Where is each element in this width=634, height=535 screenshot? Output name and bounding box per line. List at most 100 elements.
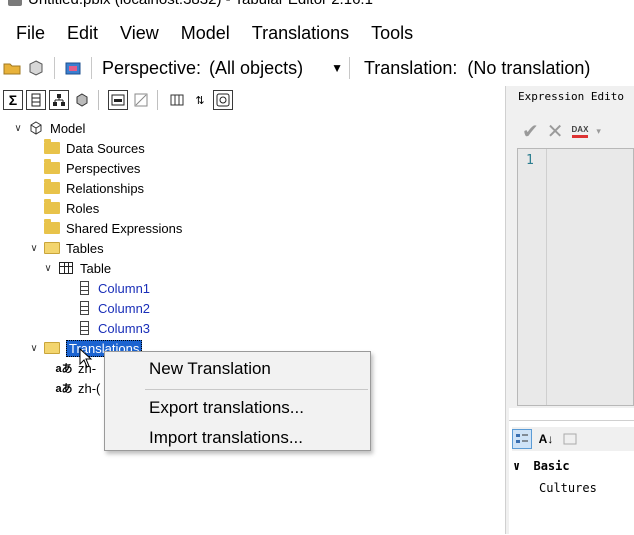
- accept-check-icon[interactable]: ✔: [522, 119, 539, 144]
- tree-node-label: Tables: [66, 240, 104, 256]
- tree-node-data-sources[interactable]: Data Sources: [44, 138, 145, 158]
- context-menu: New Translation Export translations... I…: [104, 351, 371, 451]
- tree-node-culture[interactable]: aあ zh-(: [55, 378, 101, 398]
- tree-node-label: Shared Expressions: [66, 220, 183, 236]
- load-model-icon[interactable]: [27, 59, 45, 77]
- folder-icon: [44, 139, 60, 155]
- toolbar-separator: [98, 90, 99, 110]
- property-category[interactable]: ∨ Basic: [513, 459, 570, 473]
- hidden-objects-icon[interactable]: [108, 90, 128, 110]
- translation-icon: aあ: [55, 363, 73, 375]
- dax-format-icon[interactable]: DAX: [571, 125, 589, 138]
- property-category-label: Basic: [533, 459, 570, 473]
- property-grid-toolbar: A↓: [512, 427, 634, 451]
- chevron-down-icon[interactable]: ∨: [12, 123, 24, 134]
- folder-icon: [44, 179, 60, 195]
- menu-model[interactable]: Model: [170, 18, 241, 48]
- tree-node-column[interactable]: Column1: [76, 278, 150, 298]
- model-cube-icon: [28, 121, 44, 135]
- property-pages-icon[interactable]: [560, 429, 580, 449]
- tree-node-perspectives[interactable]: Perspectives: [44, 158, 140, 178]
- translation-label: Translation:: [363, 57, 458, 78]
- tree-node-column[interactable]: Column3: [76, 318, 150, 338]
- table-icon: [58, 261, 74, 275]
- tree-node-roles[interactable]: Roles: [44, 198, 99, 218]
- folder-open-icon: [44, 241, 60, 255]
- folder-icon: [44, 219, 60, 235]
- open-folder-icon[interactable]: [3, 59, 21, 77]
- menu-separator: [145, 389, 368, 390]
- deploy-icon[interactable]: [64, 59, 82, 77]
- tree-node-tables[interactable]: ∨ Tables: [28, 238, 104, 258]
- menu-bar: File Edit View Model Translations Tools: [0, 18, 634, 48]
- translation-select[interactable]: (No translation): [467, 58, 590, 79]
- folder-icon: [44, 159, 60, 175]
- chevron-down-icon[interactable]: ∨: [28, 343, 40, 354]
- sort-icon[interactable]: ⇅: [190, 90, 210, 110]
- tree-node-label: Model: [50, 120, 86, 136]
- menu-item-import-translations[interactable]: Import translations...: [149, 428, 303, 448]
- sigma-icon[interactable]: Σ: [3, 90, 23, 110]
- translation-icon: aあ: [55, 383, 73, 395]
- title-bar: Untitled.pbix (localhost:3832) - Tabular…: [0, 0, 634, 14]
- tree-node-label: Column1: [98, 280, 151, 296]
- chevron-down-icon[interactable]: ∨: [42, 263, 54, 274]
- hierarchy-icon[interactable]: [49, 90, 69, 110]
- tree-node-label: Perspectives: [66, 160, 141, 176]
- menu-tools[interactable]: Tools: [360, 18, 424, 48]
- chevron-down-icon[interactable]: ▾: [596, 126, 601, 137]
- perspective-label: Perspective:: [102, 57, 202, 78]
- display-folder-icon[interactable]: [213, 90, 233, 110]
- tree-node-relationships[interactable]: Relationships: [44, 178, 144, 198]
- property-row[interactable]: Cultures: [539, 481, 597, 495]
- tree-node-label: Roles: [66, 200, 100, 216]
- column-icon: [76, 281, 92, 295]
- tree-node-column[interactable]: Column2: [76, 298, 150, 318]
- folder-open-icon: [44, 341, 60, 355]
- menu-item-export-translations[interactable]: Export translations...: [149, 398, 304, 418]
- main-toolbar: Perspective: (All objects) ▼ Translation…: [0, 52, 634, 84]
- expression-editor-panel: Expression Edito ✔ ✕ DAX ▾ 1: [509, 86, 634, 408]
- expression-editor-title: Expression Edito: [518, 90, 624, 103]
- column-view-icon[interactable]: [26, 90, 46, 110]
- menu-view[interactable]: View: [109, 18, 170, 48]
- tree-node-label: Column2: [98, 300, 151, 316]
- expression-toolbar: ✔ ✕ DAX ▾: [522, 119, 601, 144]
- chevron-down-icon[interactable]: ▼: [331, 61, 343, 75]
- tree-node-label: Table: [80, 260, 112, 276]
- tree-node-shared-expressions[interactable]: Shared Expressions: [44, 218, 182, 238]
- cancel-x-icon[interactable]: ✕: [547, 119, 564, 144]
- tom-explorer-tree: ∨ Model Data Sources Perspectives Relati…: [0, 114, 505, 534]
- expression-editor[interactable]: 1: [517, 148, 634, 406]
- toolbar-separator: [91, 57, 92, 79]
- toolbar-separator: [348, 57, 350, 79]
- app-icon: [8, 0, 22, 6]
- tree-node-model[interactable]: ∨ Model: [12, 118, 85, 138]
- tree-node-label: Data Sources: [66, 140, 145, 156]
- folder-icon: [44, 199, 60, 215]
- categorized-icon[interactable]: [512, 429, 532, 449]
- line-number-gutter: [518, 149, 547, 405]
- chevron-down-icon[interactable]: ∨: [513, 459, 520, 473]
- column-icon: [76, 321, 92, 335]
- menu-file[interactable]: File: [0, 18, 56, 48]
- tree-toolbar: Σ ⇅: [0, 86, 505, 114]
- window-title: Untitled.pbix (localhost:3832) - Tabular…: [28, 0, 373, 8]
- property-name: Cultures: [539, 481, 597, 495]
- cube-icon[interactable]: [72, 90, 92, 110]
- line-number: 1: [526, 153, 534, 168]
- tree-node-table[interactable]: ∨ Table: [42, 258, 111, 278]
- toolbar-separator: [157, 90, 158, 110]
- menu-edit[interactable]: Edit: [56, 18, 109, 48]
- context-menu-gutter: [105, 352, 137, 450]
- property-grid: A↓ ∨ Basic Cultures: [509, 420, 634, 535]
- columns-icon[interactable]: [167, 90, 187, 110]
- menu-translations[interactable]: Translations: [241, 18, 360, 48]
- menu-item-new-translation[interactable]: New Translation: [149, 359, 271, 379]
- filter-icon[interactable]: [131, 90, 151, 110]
- chevron-down-icon[interactable]: ∨: [28, 243, 40, 254]
- tree-node-label: zh-(: [78, 380, 101, 396]
- perspective-select[interactable]: (All objects): [209, 58, 303, 79]
- alphabetical-sort-icon[interactable]: A↓: [536, 429, 556, 449]
- tree-node-label: Relationships: [66, 180, 145, 196]
